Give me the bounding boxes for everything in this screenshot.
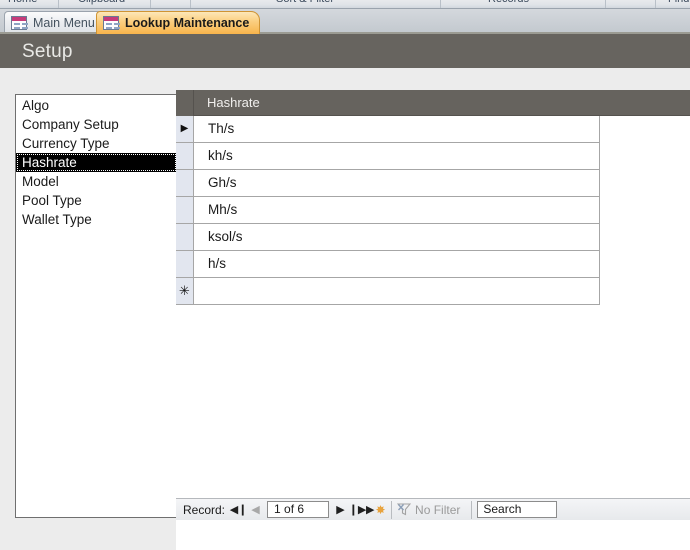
current-record-arrow-icon[interactable]: ▶ [176, 116, 194, 142]
new-record-asterisk-icon: ✸ [375, 502, 386, 517]
tab-main-menu-label: Main Menu [33, 16, 95, 30]
ribbon-group-clipboard: Clipboard [78, 0, 125, 5]
table-row[interactable]: ▶ Th/s [176, 116, 600, 143]
lookup-values-datasheet: Hashrate ▶ Th/s kh/s Gh/s Mh/s ksol/s h/s ✳ [176, 90, 690, 550]
table-row[interactable]: ✳ [176, 278, 600, 305]
new-record-asterisk-icon[interactable]: ✳ [176, 278, 194, 304]
first-record-button[interactable]: ◀❙ [230, 500, 248, 520]
table-cell-hashrate[interactable] [195, 278, 600, 304]
datasheet-search-input[interactable]: Search [477, 501, 558, 518]
listbox-item[interactable]: Pool Type [16, 191, 177, 210]
table-cell-hashrate[interactable]: h/s [195, 251, 600, 277]
listbox-item[interactable]: Company Setup [16, 115, 177, 134]
listbox-item[interactable]: Model [16, 172, 177, 191]
ribbon-group-sort-filter: Sort & Filter [276, 0, 334, 5]
previous-record-button[interactable]: ◀ [247, 500, 264, 520]
tab-lookup-maintenance[interactable]: Lookup Maintenance [96, 11, 261, 34]
row-selector[interactable] [176, 170, 194, 196]
table-row[interactable]: Mh/s [176, 197, 600, 224]
ribbon-group-home: Home [8, 0, 37, 5]
table-cell-hashrate[interactable]: Mh/s [195, 197, 600, 223]
filter-status-button[interactable]: No Filter [397, 503, 466, 517]
access-form-icon [11, 16, 27, 30]
table-cell-hashrate[interactable]: kh/s [195, 143, 600, 169]
listbox-item[interactable]: Hashrate [16, 153, 177, 172]
datasheet-header-row: Hashrate [176, 90, 690, 116]
table-cell-hashrate[interactable]: Th/s [195, 116, 600, 142]
funnel-icon [397, 503, 412, 516]
ribbon-group-records: Records [488, 0, 529, 5]
next-record-button[interactable]: ▶ [332, 500, 349, 520]
current-record-input[interactable]: 1 of 6 [267, 501, 330, 518]
listbox-item[interactable]: Wallet Type [16, 210, 177, 229]
table-cell-hashrate[interactable]: ksol/s [195, 224, 600, 250]
row-selector[interactable] [176, 251, 194, 277]
form-header-band: Setup [0, 34, 690, 68]
table-row[interactable]: h/s [176, 251, 600, 278]
form-detail-area: Algo Company Setup Currency Type Hashrate Mo… [0, 68, 690, 550]
table-cell-hashrate[interactable]: Gh/s [195, 170, 600, 196]
record-navigator-label: Record: [183, 502, 226, 517]
table-row[interactable]: Gh/s [176, 170, 600, 197]
document-tab-bar: Main Menu Lookup Maintenance [0, 9, 690, 34]
new-record-button[interactable]: ▶ ✸ [366, 500, 386, 520]
ribbon-group-find: Find [668, 0, 689, 5]
last-record-button[interactable]: ❙▶ [349, 500, 367, 520]
datasheet-column-header-hashrate[interactable]: Hashrate [194, 90, 600, 116]
access-form-icon [103, 16, 119, 30]
navigator-divider [391, 500, 393, 519]
row-selector[interactable] [176, 143, 194, 169]
table-row[interactable]: ksol/s [176, 224, 600, 251]
table-row[interactable]: kh/s [176, 143, 600, 170]
row-selector[interactable] [176, 197, 194, 223]
listbox-item[interactable]: Algo [16, 96, 177, 115]
tab-main-menu[interactable]: Main Menu [4, 11, 106, 34]
filter-status-label: No Filter [415, 502, 461, 517]
navigator-divider [471, 500, 473, 519]
record-navigator: Record: ◀❙ ◀ 1 of 6 ▶ ❙▶ ▶ ✸ No Filter S… [176, 498, 690, 520]
lookup-category-listbox[interactable]: Algo Company Setup Currency Type Hashrate Mo… [15, 94, 178, 518]
listbox-item[interactable]: Currency Type [16, 134, 177, 153]
new-record-arrow-icon: ▶ [366, 503, 375, 516]
row-selector[interactable] [176, 224, 194, 250]
tab-lookup-maintenance-label: Lookup Maintenance [125, 16, 250, 30]
datasheet-select-all-corner[interactable] [176, 90, 194, 116]
datasheet-rows: ▶ Th/s kh/s Gh/s Mh/s ksol/s h/s ✳ [176, 116, 600, 305]
page-title: Setup [22, 41, 73, 62]
